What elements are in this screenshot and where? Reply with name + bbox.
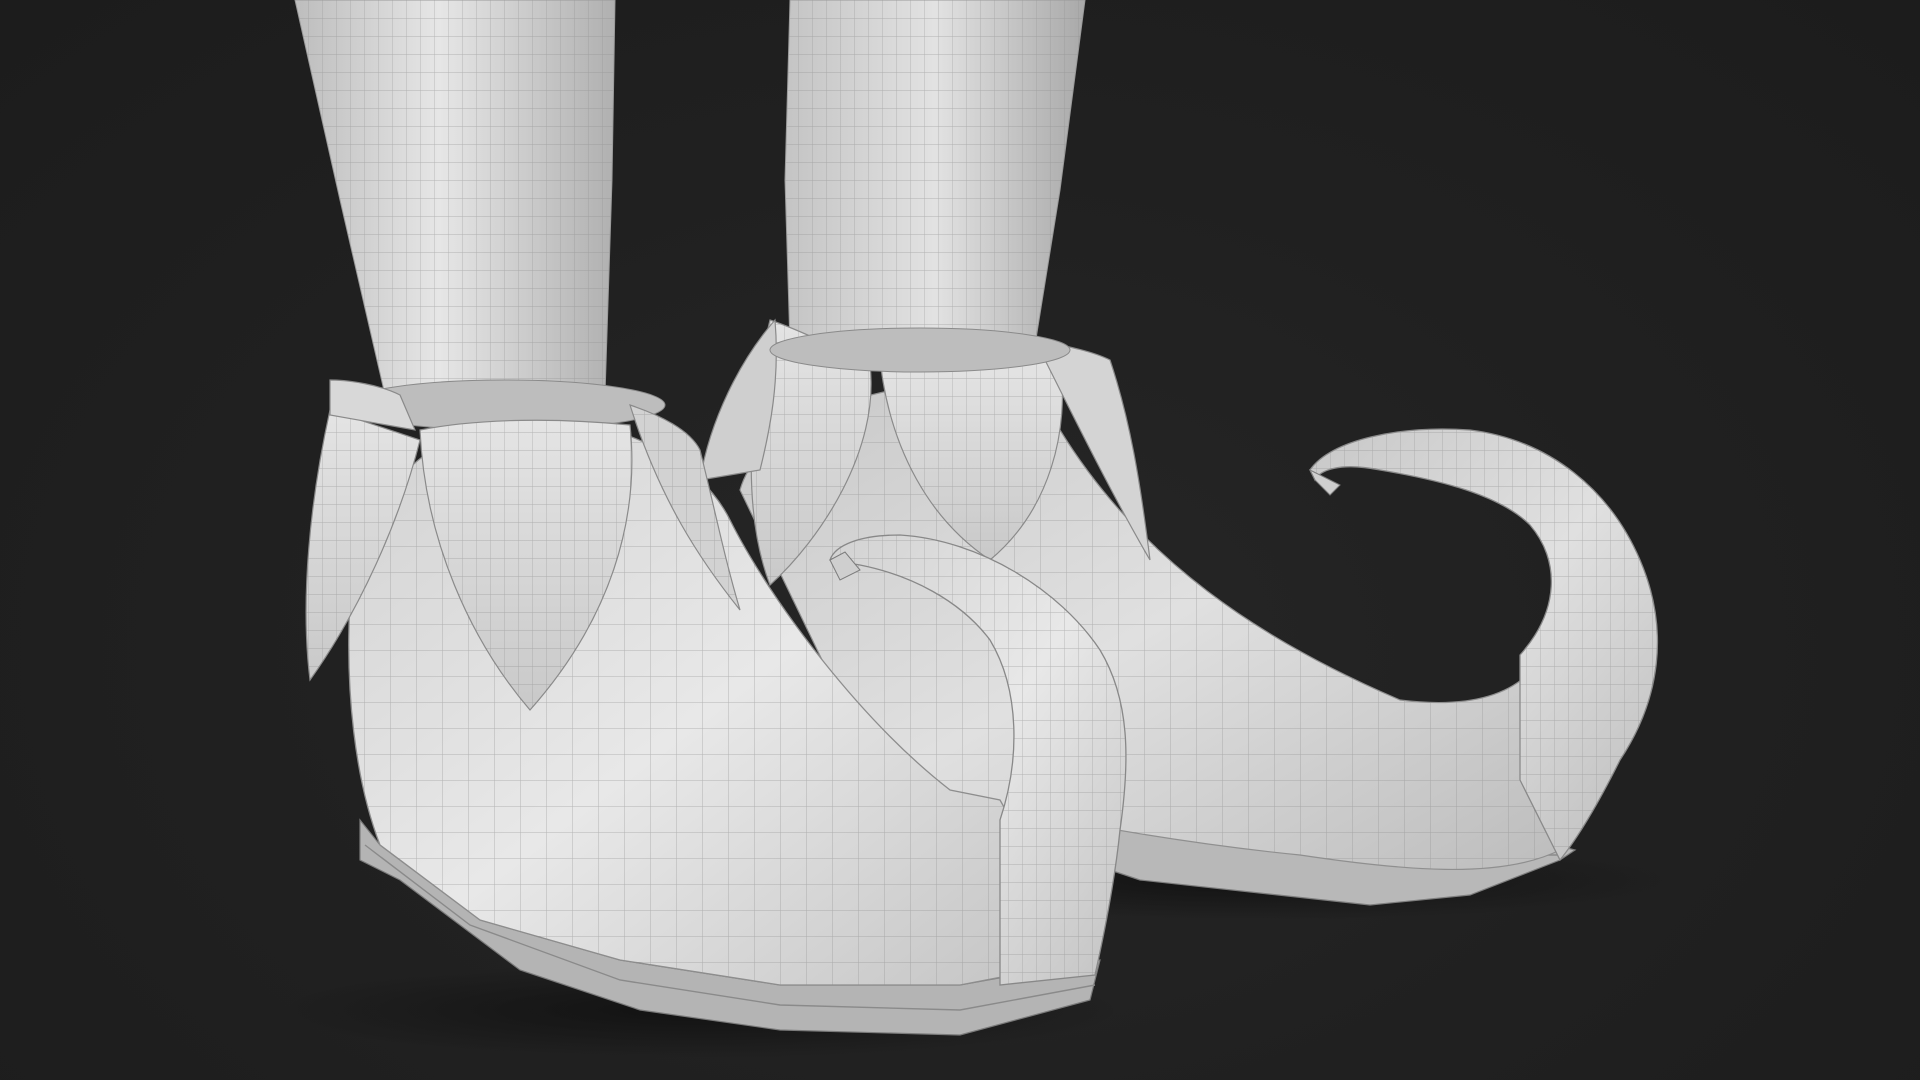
render-viewport xyxy=(0,0,1920,1080)
right-leg xyxy=(784,0,1086,346)
elf-shoes-render xyxy=(280,0,1670,1058)
left-leg xyxy=(294,0,616,396)
